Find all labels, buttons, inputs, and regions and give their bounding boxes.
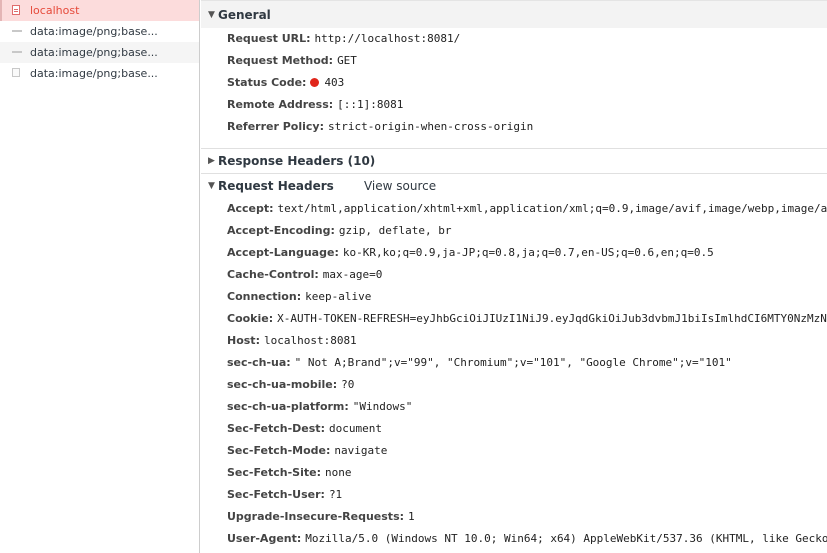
header-row: Accept-Language: ko-KR,ko;q=0.9,ja-JP;q=0… — [201, 242, 827, 264]
header-name: sec-ch-ua: — [227, 356, 291, 369]
header-row: User-Agent: Mozilla/5.0 (Windows NT 10.0;… — [201, 528, 827, 550]
header-row: Accept: text/html,application/xhtml+xml,a… — [201, 198, 827, 220]
header-row: Request Method: GET — [201, 50, 827, 72]
section-title: Request Headers — [218, 179, 334, 193]
header-value: Mozilla/5.0 (Windows NT 10.0; Win64; x64… — [305, 532, 827, 545]
header-name: Cache-Control: — [227, 268, 319, 281]
request-item-data-image[interactable]: data:image/png;base... — [0, 63, 199, 84]
header-row: Sec-Fetch-User: ?1 — [201, 484, 827, 506]
general-section-header[interactable]: ▼ General — [201, 0, 827, 28]
header-value: [::1]:8081 — [337, 98, 404, 111]
request-item-data-image[interactable]: data:image/png;base... — [0, 42, 199, 63]
request-name: data:image/png;base... — [30, 67, 158, 80]
header-name: Referrer Policy: — [227, 120, 324, 133]
header-value: ko-KR,ko;q=0.9,ja-JP;q=0.8,ja;q=0.7,en-U… — [342, 246, 714, 259]
header-name: Request Method: — [227, 54, 334, 67]
dash-icon — [12, 30, 22, 32]
request-name: data:image/png;base... — [30, 46, 158, 59]
expand-arrow-icon: ▼ — [208, 10, 215, 20]
request-details-panel: ▼ General Request URL: http://localhost:8… — [201, 0, 827, 553]
request-item-data-image[interactable]: data:image/png;base... — [0, 21, 199, 42]
general-section: Request URL: http://localhost:8081/Reques… — [201, 28, 827, 138]
header-row: Host: localhost:8081 — [201, 330, 827, 352]
header-name: Host: — [227, 334, 260, 347]
header-row: Accept-Encoding: gzip, deflate, br — [201, 220, 827, 242]
header-value: document — [328, 422, 382, 435]
section-title: General — [218, 8, 271, 22]
section-title: Response Headers (10) — [218, 154, 376, 168]
header-name: Upgrade-Insecure-Requests: — [227, 510, 405, 523]
image-icon — [12, 68, 20, 77]
header-name: Connection: — [227, 290, 302, 303]
header-value: "Windows" — [352, 400, 413, 413]
header-value: max-age=0 — [322, 268, 383, 281]
header-row: Sec-Fetch-Site: none — [201, 462, 827, 484]
header-value: GET — [337, 54, 357, 67]
header-name: Cookie: — [227, 312, 274, 325]
header-value: http://localhost:8081/ — [314, 32, 461, 45]
header-name: Accept-Encoding: — [227, 224, 335, 237]
header-row: sec-ch-ua-platform: "Windows" — [201, 396, 827, 418]
header-name: Status Code: — [227, 76, 307, 89]
header-row: sec-ch-ua-mobile: ?0 — [201, 374, 827, 396]
header-value: navigate — [334, 444, 388, 457]
document-icon — [12, 5, 20, 15]
header-row: Sec-Fetch-Dest: document — [201, 418, 827, 440]
header-value: X-AUTH-TOKEN-REFRESH=eyJhbGciOiJIUzI1NiJ… — [277, 312, 827, 325]
request-name: data:image/png;base... — [30, 25, 158, 38]
header-row: Sec-Fetch-Mode: navigate — [201, 440, 827, 462]
header-name: Accept-Language: — [227, 246, 339, 259]
header-row: Cache-Control: max-age=0 — [201, 264, 827, 286]
header-value: gzip, deflate, br — [338, 224, 452, 237]
header-name: Accept: — [227, 202, 274, 215]
header-value: none — [324, 466, 352, 479]
header-value: ?1 — [328, 488, 343, 501]
expand-arrow-icon: ▼ — [208, 181, 215, 191]
header-row: Request URL: http://localhost:8081/ — [201, 28, 827, 50]
header-row: Remote Address: [::1]:8081 — [201, 94, 827, 116]
header-name: Sec-Fetch-User: — [227, 488, 325, 501]
response-headers-section-header[interactable]: ▶ Response Headers (10) — [201, 148, 827, 173]
header-value: " Not A;Brand";v="99", "Chromium";v="101… — [294, 356, 732, 369]
header-row: Cookie: X-AUTH-TOKEN-REFRESH=eyJhbGciOiJI… — [201, 308, 827, 330]
view-source-link[interactable]: View source — [364, 179, 436, 193]
header-row: Connection: keep-alive — [201, 286, 827, 308]
header-value: ?0 — [341, 378, 355, 391]
collapse-arrow-icon: ▶ — [208, 156, 215, 166]
header-name: Sec-Fetch-Dest: — [227, 422, 325, 435]
header-name: sec-ch-ua-platform: — [227, 400, 349, 413]
header-value: keep-alive — [305, 290, 372, 303]
header-name: User-Agent: — [227, 532, 302, 545]
header-row: Referrer Policy: strict-origin-when-cross… — [201, 116, 827, 138]
status-error-icon — [310, 78, 320, 87]
request-headers-section: Accept: text/html,application/xhtml+xml,a… — [201, 198, 827, 550]
header-name: Request URL: — [227, 32, 311, 45]
header-value: 403 — [324, 76, 345, 89]
header-value: 1 — [408, 510, 415, 523]
header-row: Upgrade-Insecure-Requests: 1 — [201, 506, 827, 528]
header-value: strict-origin-when-cross-origin — [328, 120, 534, 133]
header-name: Sec-Fetch-Site: — [227, 466, 321, 479]
header-value: localhost:8081 — [263, 334, 357, 347]
header-name: Remote Address: — [227, 98, 334, 111]
header-row: sec-ch-ua: " Not A;Brand";v="99", "Chromi… — [201, 352, 827, 374]
header-value: text/html,application/xhtml+xml,applicat… — [277, 202, 827, 215]
request-name: localhost — [30, 4, 80, 17]
header-row: Status Code: 403 — [201, 72, 827, 94]
dash-icon — [12, 51, 22, 53]
header-name: sec-ch-ua-mobile: — [227, 378, 338, 391]
header-name: Sec-Fetch-Mode: — [227, 444, 331, 457]
request-headers-section-header[interactable]: ▼ Request Headers View source — [201, 173, 827, 198]
request-item-localhost[interactable]: localhost — [0, 0, 199, 21]
request-list: localhost data:image/png;base... data:im… — [0, 0, 200, 553]
